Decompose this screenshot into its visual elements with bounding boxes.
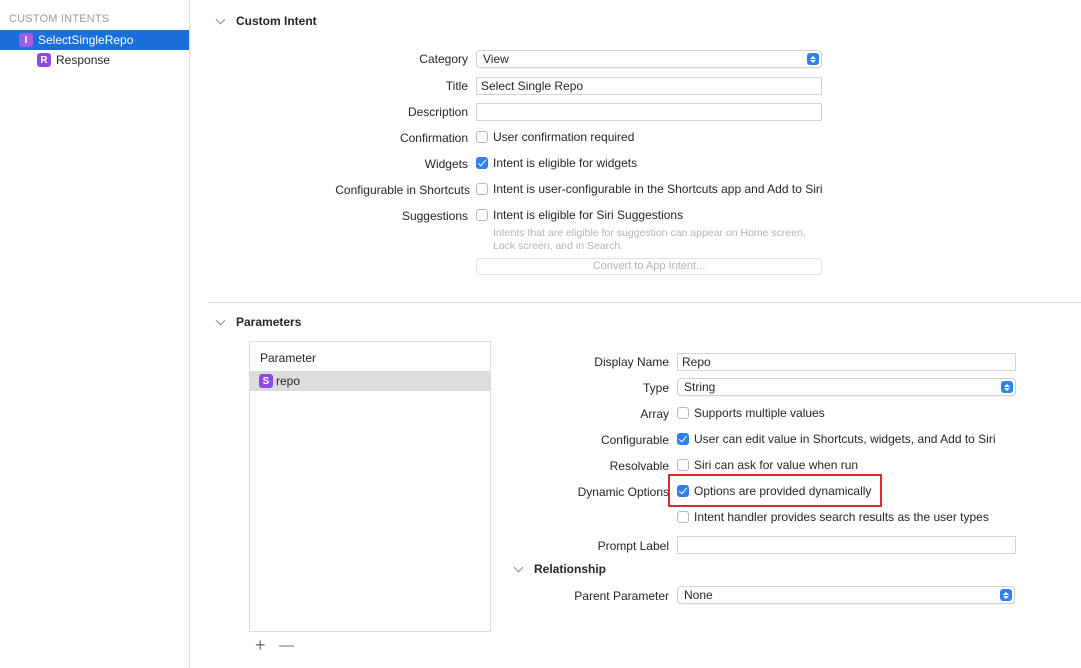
checkbox-unchecked-icon[interactable] <box>476 183 488 195</box>
chevron-down-icon[interactable] <box>215 315 226 325</box>
category-value: View <box>483 52 509 66</box>
widgets-checkbox[interactable]: Intent is eligible for widgets <box>476 156 637 170</box>
sidebar-item-response[interactable]: R Response <box>0 50 189 70</box>
dynamic-options-label: Dynamic Options <box>577 485 669 499</box>
string-badge-icon: S <box>259 374 273 388</box>
popup-arrows-icon <box>1001 381 1013 393</box>
section-title: Relationship <box>534 562 607 576</box>
convert-to-app-intent-button[interactable]: Convert to App Intent... <box>476 258 822 275</box>
highlight-annotation <box>668 474 882 507</box>
section-title: Parameters <box>236 315 302 329</box>
chevron-down-icon[interactable] <box>513 562 524 572</box>
prompt-label-label: Prompt Label <box>597 539 669 553</box>
checkbox-checked-icon[interactable] <box>476 157 488 169</box>
array-text: Supports multiple values <box>694 406 825 420</box>
category-popup[interactable]: View <box>476 50 822 68</box>
sidebar-header: CUSTOM INTENTS <box>9 13 110 25</box>
chevron-down-icon[interactable] <box>215 14 226 24</box>
type-popup[interactable]: String <box>677 378 1016 396</box>
widgets-text: Intent is eligible for widgets <box>493 156 638 170</box>
checkbox-checked-icon[interactable] <box>677 433 689 445</box>
resolvable-text: Siri can ask for value when run <box>694 458 859 472</box>
parameter-list: Parameter S repo <box>249 341 491 632</box>
section-divider <box>208 302 1081 303</box>
display-name-field[interactable]: Repo <box>677 353 1016 371</box>
section-title: Custom Intent <box>236 14 317 28</box>
add-parameter-button[interactable]: + <box>255 636 266 654</box>
description-label: Description <box>407 105 468 119</box>
checkbox-unchecked-icon[interactable] <box>677 459 689 471</box>
search-results-text: Intent handler provides search results a… <box>694 510 989 524</box>
title-label: Title <box>445 79 468 93</box>
display-name-label: Display Name <box>594 355 669 369</box>
title-field[interactable]: Select Single Repo <box>476 77 822 95</box>
suggestions-hint: Intents that are eligible for suggestion… <box>493 227 806 253</box>
configurable-shortcuts-text: Intent is user-configurable in the Short… <box>493 182 823 196</box>
configurable-label: Configurable <box>600 433 669 447</box>
confirmation-checkbox[interactable]: User confirmation required <box>476 130 634 144</box>
parent-parameter-value: None <box>684 588 713 602</box>
type-value: String <box>684 380 716 394</box>
type-label: Type <box>642 381 669 395</box>
configurable-text: User can edit value in Shortcuts, widget… <box>694 432 996 446</box>
sidebar: CUSTOM INTENTS I SelectSingleRepo R Resp… <box>0 0 190 668</box>
sidebar-item-label: Response <box>56 53 111 67</box>
sidebar-item-label: SelectSingleRepo <box>38 33 134 47</box>
popup-arrows-icon <box>1000 589 1012 601</box>
main-panel: Custom Intent Category View Title Select… <box>191 0 1081 668</box>
sidebar-item-selectsinglerepo[interactable]: I SelectSingleRepo <box>0 30 189 50</box>
hint-line: Lock screen, and in Search. <box>493 240 624 252</box>
checkbox-unchecked-icon[interactable] <box>476 209 488 221</box>
confirmation-text: User confirmation required <box>493 130 635 144</box>
category-label: Category <box>419 52 468 66</box>
configurable-shortcuts-label: Configurable in Shortcuts <box>335 183 470 197</box>
remove-parameter-button[interactable]: — <box>279 637 294 655</box>
widgets-label: Widgets <box>424 157 468 171</box>
resolvable-checkbox[interactable]: Siri can ask for value when run <box>677 458 858 472</box>
hint-line: Intents that are eligible for suggestion… <box>493 227 806 239</box>
array-label: Array <box>640 407 669 421</box>
suggestions-label: Suggestions <box>401 209 468 223</box>
parameter-name: repo <box>276 374 301 388</box>
configurable-shortcuts-checkbox[interactable]: Intent is user-configurable in the Short… <box>476 182 823 196</box>
checkbox-unchecked-icon[interactable] <box>476 131 488 143</box>
parent-parameter-popup[interactable]: None <box>677 586 1015 604</box>
parameter-row-repo[interactable]: S repo <box>250 371 490 391</box>
configurable-checkbox[interactable]: User can edit value in Shortcuts, widget… <box>677 432 996 446</box>
confirmation-label: Confirmation <box>399 131 468 145</box>
resolvable-label: Resolvable <box>609 459 669 473</box>
response-badge-icon: R <box>37 53 51 67</box>
relationship-section-header[interactable]: Relationship <box>513 562 607 576</box>
suggestions-checkbox[interactable]: Intent is eligible for Siri Suggestions <box>476 208 683 222</box>
search-results-checkbox[interactable]: Intent handler provides search results a… <box>677 510 989 524</box>
array-checkbox[interactable]: Supports multiple values <box>677 406 825 420</box>
custom-intent-section-header[interactable]: Custom Intent <box>215 14 317 28</box>
parameters-section-header[interactable]: Parameters <box>215 315 302 329</box>
parameter-list-header: Parameter <box>260 351 317 365</box>
intent-editor-window: CUSTOM INTENTS I SelectSingleRepo R Resp… <box>0 0 1081 668</box>
prompt-label-field[interactable] <box>677 536 1016 554</box>
suggestions-text: Intent is eligible for Siri Suggestions <box>493 208 684 222</box>
parent-parameter-label: Parent Parameter <box>574 589 669 603</box>
checkbox-unchecked-icon[interactable] <box>677 511 689 523</box>
intent-badge-icon: I <box>19 33 33 47</box>
popup-arrows-icon <box>807 53 819 65</box>
description-field[interactable] <box>476 103 822 121</box>
checkbox-unchecked-icon[interactable] <box>677 407 689 419</box>
